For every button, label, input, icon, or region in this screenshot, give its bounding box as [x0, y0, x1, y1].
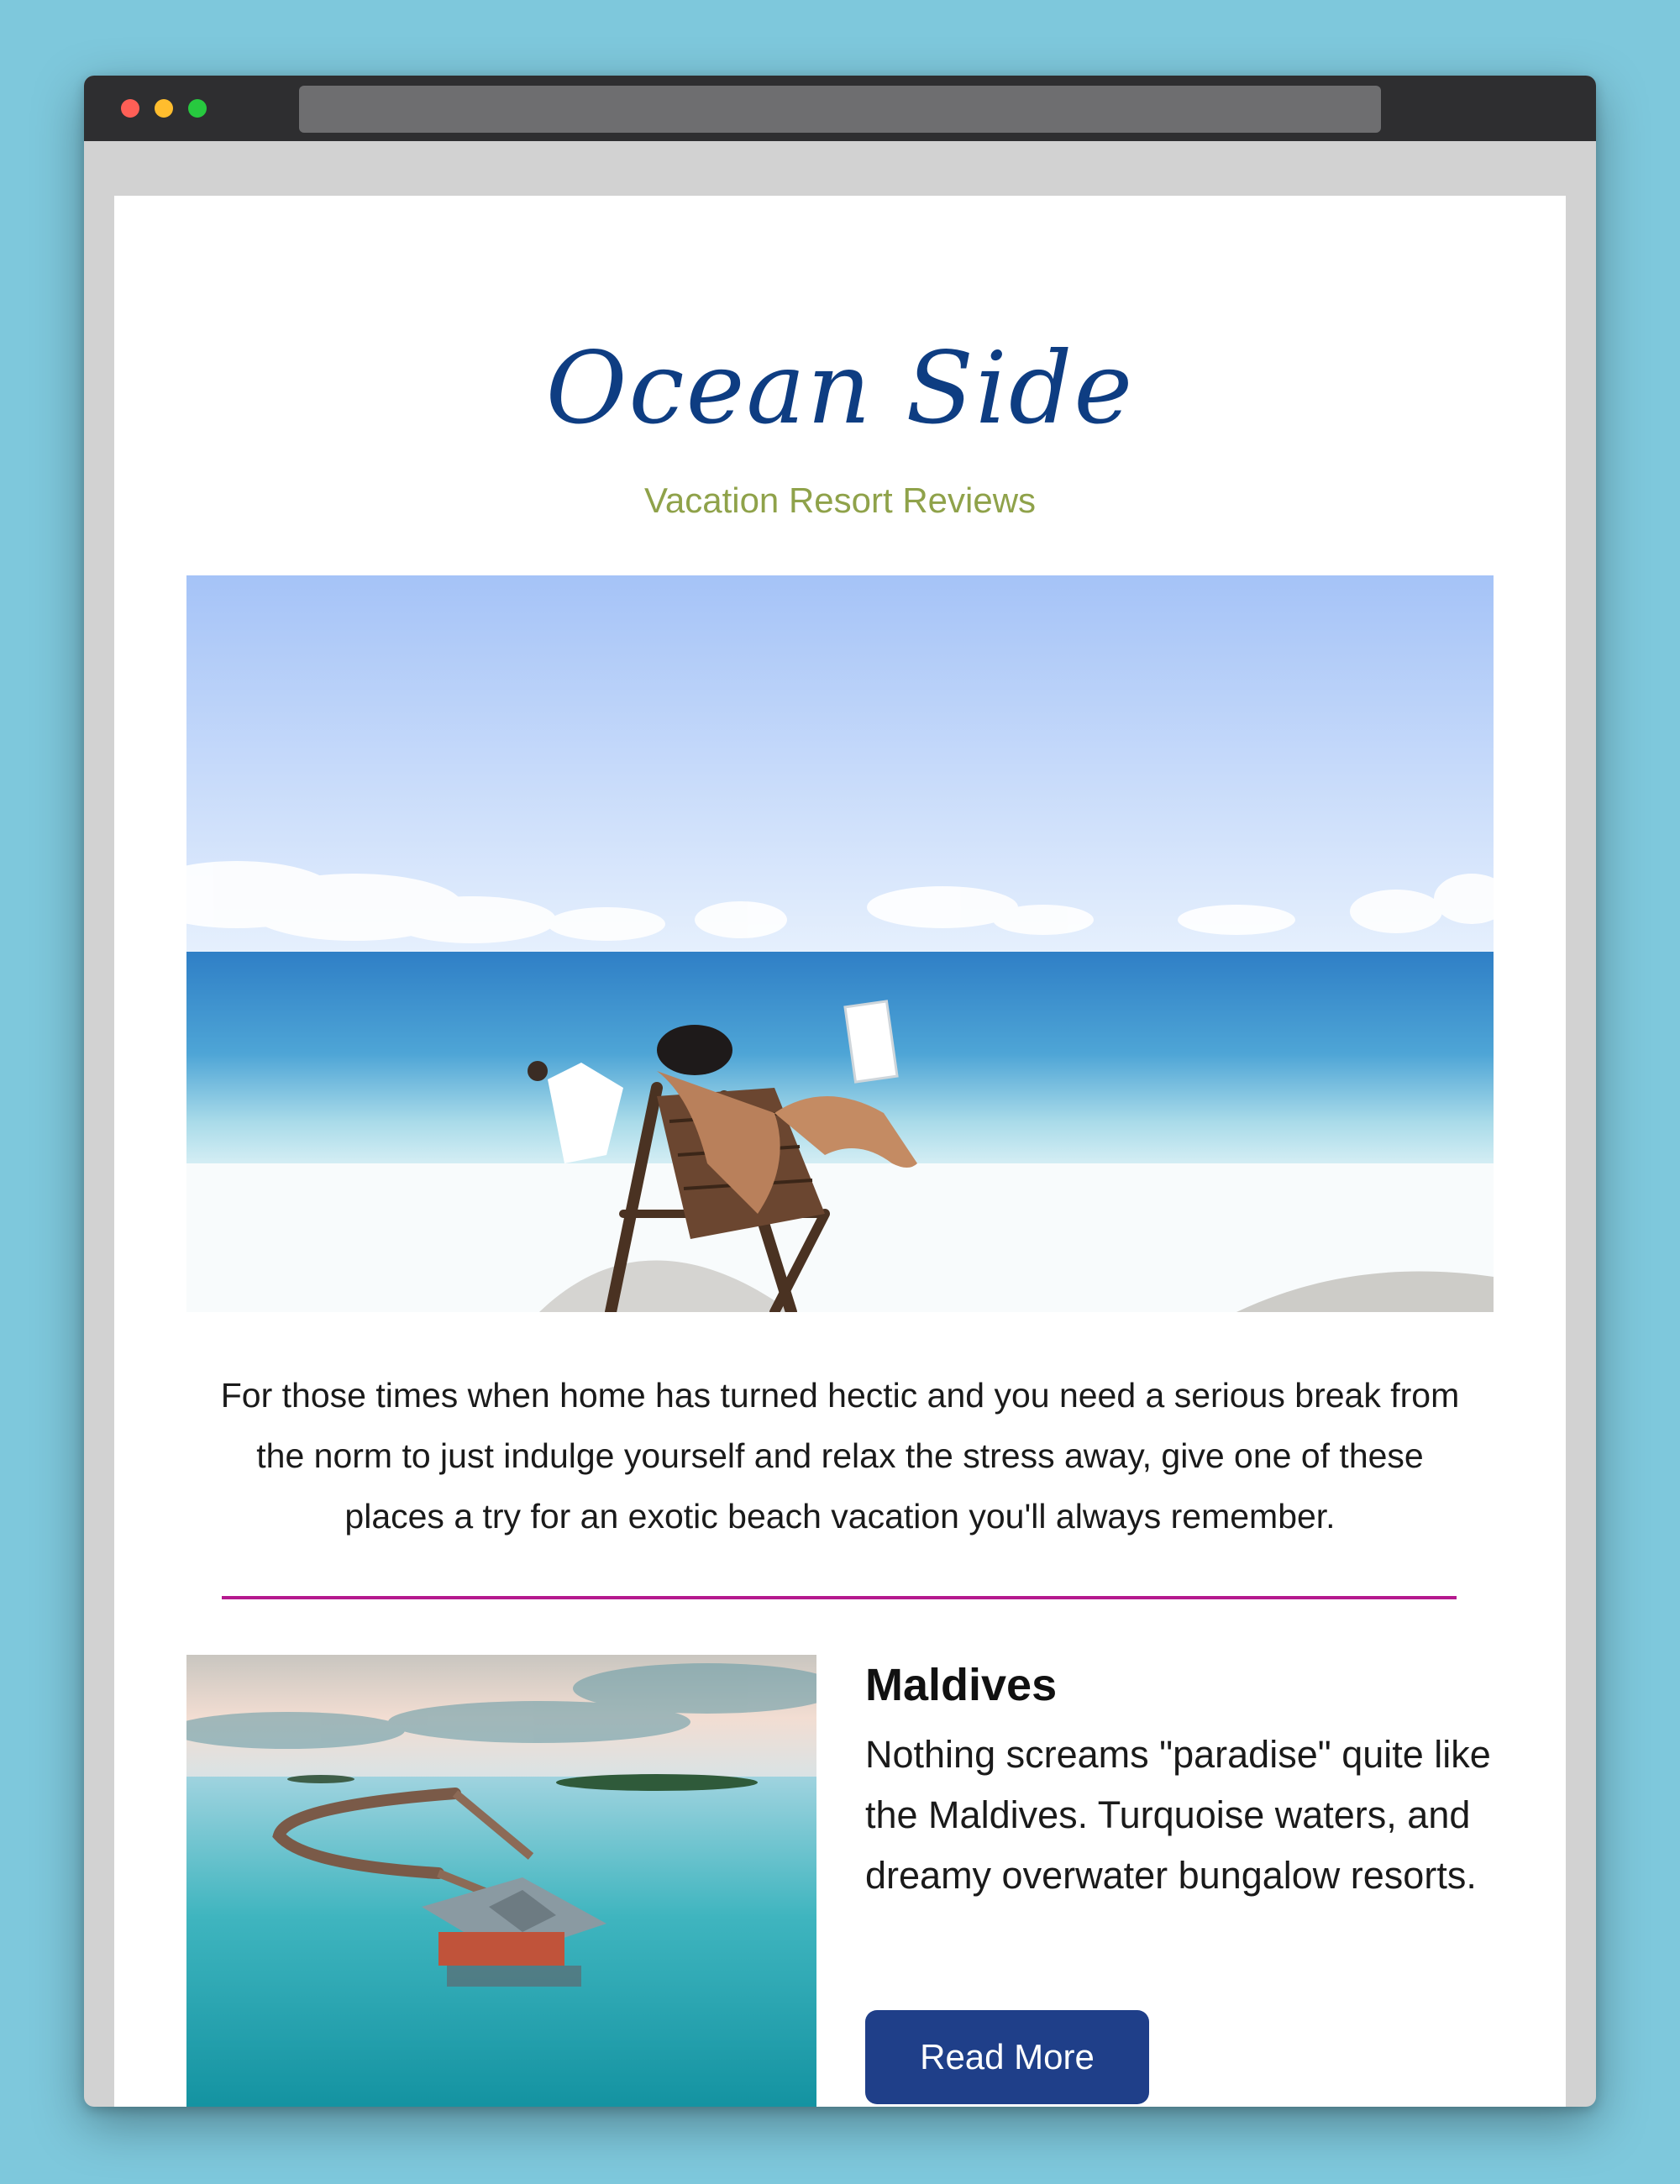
- intro-paragraph: For those times when home has turned hec…: [220, 1376, 1460, 1536]
- close-dot-icon[interactable]: [121, 99, 139, 118]
- tagline: Vacation Resort Reviews: [643, 480, 1037, 520]
- address-bar[interactable]: [299, 86, 1381, 133]
- card-description: Nothing screams "paradise" quite like th…: [865, 1733, 1491, 1897]
- section-divider: [222, 1596, 1457, 1599]
- hero-beach-image: [186, 575, 1494, 1312]
- browser-titlebar: [84, 76, 1596, 141]
- read-more-button[interactable]: Read More: [865, 2010, 1149, 2104]
- email-page: Ocean Side Vacation Resort Reviews For t…: [114, 196, 1566, 2107]
- maldives-image[interactable]: [186, 1655, 816, 2107]
- minimize-dot-icon[interactable]: [155, 99, 173, 118]
- brand-logo: Ocean Side: [545, 330, 1135, 446]
- browser-window: Ocean Side Vacation Resort Reviews For t…: [84, 76, 1596, 2107]
- card-title: Maldives: [865, 1660, 1058, 1710]
- maximize-dot-icon[interactable]: [188, 99, 207, 118]
